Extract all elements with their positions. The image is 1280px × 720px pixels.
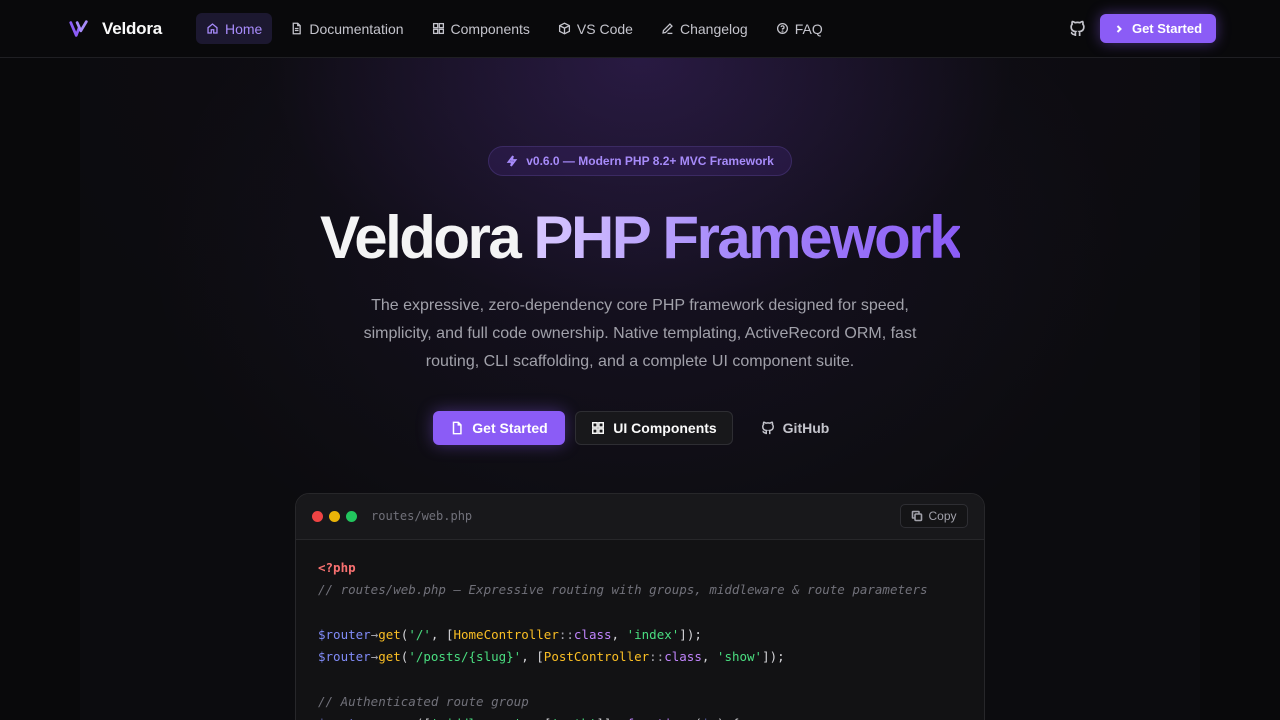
code-token: get: [378, 649, 401, 665]
brand-name: Veldora: [102, 19, 163, 38]
code-window-header: routes/web.php Copy: [296, 494, 984, 540]
code-token: $r: [702, 716, 717, 720]
code-file-name: routes/web.php: [371, 509, 473, 523]
nav-link-documentation[interactable]: Documentation: [280, 13, 413, 44]
github-icon: [1069, 20, 1085, 36]
hero-title-accent: PHP Framework: [533, 204, 962, 271]
nav-link-home[interactable]: Home: [196, 13, 273, 44]
version-badge: v0.6.0 — Modern PHP 8.2+ MVC Framework: [488, 146, 792, 176]
code-token: ]);: [762, 649, 785, 665]
grid-icon: [592, 422, 605, 434]
window-maximize-dot: [346, 511, 357, 522]
hero-subtitle: The expressive, zero-dependency core PHP…: [363, 297, 917, 370]
code-token: 'show': [716, 649, 763, 665]
hero-title: Veldora PHP Framework: [0, 200, 1280, 276]
copy-button[interactable]: Copy: [900, 504, 968, 528]
code-token: ]],: [597, 716, 627, 720]
code-token: ,: [611, 626, 627, 642]
code-token: PostController: [543, 649, 650, 665]
nav-link-label: Components: [450, 20, 530, 37]
lightning-icon: [506, 155, 518, 167]
code-token: class: [573, 626, 612, 642]
pen-icon: [662, 23, 673, 35]
ui-components-button[interactable]: UI Components: [575, 411, 733, 445]
code-token: 'index': [626, 626, 680, 642]
hero-title-plain: Veldora: [319, 204, 534, 271]
copy-icon: [912, 510, 923, 522]
code-token: 'middleware': [431, 716, 521, 720]
get-started-button-label: Get Started: [472, 420, 548, 436]
code-token: <?php: [318, 560, 356, 575]
code-token: ,: [701, 649, 717, 665]
get-started-button[interactable]: Get Started: [433, 411, 565, 445]
help-circle-icon: [776, 22, 788, 35]
code-line: $router→get('/', [HomeController::class,…: [318, 624, 962, 646]
code-token: ::: [649, 649, 665, 665]
version-badge-text: v0.6.0 — Modern PHP 8.2+ MVC Framework: [526, 154, 774, 168]
code-window: routes/web.php Copy <?php // routes/web.p…: [295, 493, 985, 720]
top-navbar: Veldora Home Documentation Components VS…: [0, 0, 1280, 58]
nav-link-faq[interactable]: FAQ: [766, 13, 833, 44]
nav-link-label: Home: [225, 20, 263, 37]
code-token: '/': [408, 626, 431, 642]
github-nav-button[interactable]: [1066, 17, 1088, 39]
code-token: // routes/web.php — Expressive routing w…: [318, 582, 928, 598]
github-button[interactable]: GitHub: [750, 411, 840, 445]
code-token: get: [378, 626, 401, 642]
code-token: (: [687, 716, 702, 720]
code-token: class: [664, 649, 702, 665]
code-token: $router: [318, 626, 371, 642]
code-line: // routes/web.php — Expressive routing w…: [318, 579, 962, 601]
code-token: ) {: [717, 716, 740, 720]
code-token: 'auth': [551, 716, 596, 720]
code-token: ⇒: [521, 716, 544, 720]
code-token: group: [378, 716, 416, 720]
ui-components-button-label: UI Components: [613, 420, 717, 436]
get-started-label: Get Started: [1131, 21, 1203, 36]
nav-link-changelog[interactable]: Changelog: [651, 13, 758, 44]
home-icon: [207, 23, 218, 34]
code-line: $router→group(['middleware' ⇒ ['auth']],…: [318, 713, 962, 720]
document-icon: [453, 421, 462, 435]
nav-link-label: VS Code: [576, 20, 633, 37]
nav-link-vscode[interactable]: VS Code: [548, 13, 643, 44]
cube-icon: [558, 22, 570, 35]
nav-link-label: Documentation: [309, 20, 404, 37]
github-button-label: GitHub: [782, 420, 830, 436]
code-line: <?php: [318, 557, 962, 579]
nav-links: Home Documentation Components VS Code Ch…: [196, 13, 833, 44]
nav-link-label: FAQ: [794, 20, 823, 37]
window-minimize-dot: [329, 511, 340, 522]
veldora-logo-icon: [69, 20, 88, 37]
chevron-right-icon: [1116, 24, 1122, 33]
code-token: '/posts/{slug}': [408, 649, 522, 665]
grid-icon: [432, 22, 444, 35]
code-token: , [: [521, 649, 544, 665]
code-body: <?php // routes/web.php — Expressive rout…: [296, 540, 984, 720]
code-token: ::: [558, 626, 574, 642]
code-token: $router: [318, 716, 371, 720]
window-close-dot: [312, 511, 323, 522]
code-token: function: [627, 716, 687, 720]
get-started-nav-button[interactable]: Get Started: [1100, 14, 1216, 43]
code-token: // Authenticated route group: [318, 693, 529, 709]
code-token: ]);: [679, 626, 702, 642]
code-line: $router→get('/posts/{slug}', [PostContro…: [318, 646, 962, 668]
brand[interactable]: Veldora: [68, 16, 162, 42]
code-token: $router: [318, 649, 371, 665]
copy-button-label: Copy: [928, 509, 957, 523]
github-icon: [761, 421, 774, 435]
code-token: HomeController: [453, 626, 559, 642]
nav-link-components[interactable]: Components: [422, 13, 540, 44]
code-token: ([: [416, 716, 431, 720]
document-icon: [292, 22, 302, 35]
code-line: // Authenticated route group: [318, 691, 962, 713]
nav-link-label: Changelog: [679, 20, 748, 37]
code-token: , [: [430, 626, 454, 642]
